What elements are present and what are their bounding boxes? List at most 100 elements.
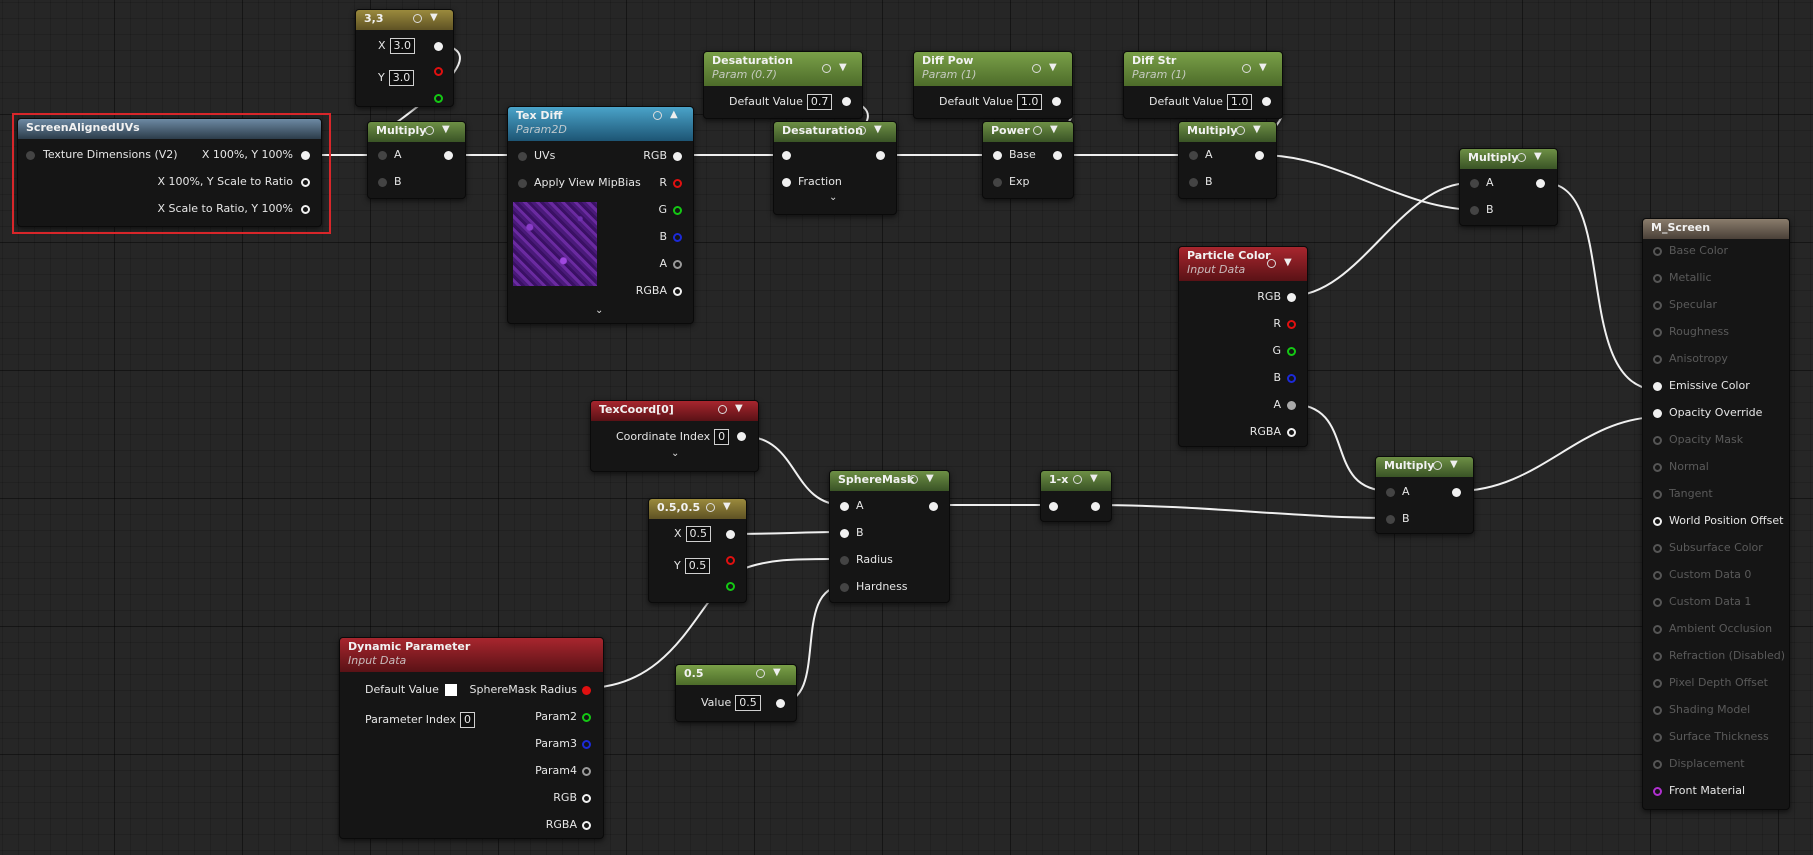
preview-toggle-icon[interactable] xyxy=(822,64,831,73)
a-pin[interactable] xyxy=(840,502,849,511)
chevron-down-icon[interactable]: ▼ xyxy=(723,501,731,512)
rgba-pin[interactable] xyxy=(1287,428,1296,437)
chevron-down-icon[interactable]: ▼ xyxy=(1049,62,1057,73)
chevron-down-icon[interactable]: ▼ xyxy=(430,12,438,23)
x-value-field[interactable]: 0.5 xyxy=(685,526,712,542)
rgb-pin[interactable] xyxy=(1287,293,1296,302)
default-value-field[interactable]: 0.7 xyxy=(806,94,833,110)
particle-color-node[interactable]: Particle Color Input Data ▼ RGB R G B A R… xyxy=(1178,246,1308,447)
base-pin[interactable] xyxy=(993,151,1002,160)
output-pin[interactable] xyxy=(444,151,453,160)
base-color-pin[interactable] xyxy=(1653,247,1662,256)
param3-pin[interactable] xyxy=(582,740,591,749)
preview-toggle-icon[interactable] xyxy=(1073,475,1082,484)
coordinate-index-field[interactable]: 0 xyxy=(714,429,730,445)
r-pin[interactable] xyxy=(1287,320,1296,329)
chevron-down-icon[interactable]: ▼ xyxy=(1259,62,1267,73)
metallic-pin[interactable] xyxy=(1653,274,1662,283)
chevron-down-icon[interactable]: ▼ xyxy=(1534,151,1542,162)
chevron-down-icon[interactable]: ▼ xyxy=(1050,124,1058,135)
multiply-node[interactable]: Multiply ▼ A B xyxy=(1375,456,1474,534)
constant-3-3-node[interactable]: 3,3 ▼ X 3.0 Y 3.0 xyxy=(355,9,454,107)
tangent-pin[interactable] xyxy=(1653,490,1662,499)
subsurface-color-pin[interactable] xyxy=(1653,544,1662,553)
preview-toggle-icon[interactable] xyxy=(1032,64,1041,73)
opacity-override-pin[interactable] xyxy=(1653,409,1662,418)
a-pin[interactable] xyxy=(378,151,387,160)
desaturation-param-node[interactable]: Desaturation Param (0.7) ▼ Default Value 0… xyxy=(703,51,863,119)
one-minus-node[interactable]: 1-x ▼ xyxy=(1040,470,1112,522)
material-graph-canvas[interactable]: 3,3 ▼ X 3.0 Y 3.0 ScreenAlignedUVs Texture… xyxy=(0,0,1813,855)
preview-toggle-icon[interactable] xyxy=(756,669,765,678)
refraction-disabled-pin[interactable] xyxy=(1653,652,1662,661)
g-pin[interactable] xyxy=(673,206,682,215)
output-pin[interactable] xyxy=(434,42,443,51)
multiply-node[interactable]: Multiply ▼ A B xyxy=(1178,121,1277,199)
preview-toggle-icon[interactable] xyxy=(413,14,422,23)
preview-toggle-icon[interactable] xyxy=(1433,461,1442,470)
exp-pin[interactable] xyxy=(993,178,1002,187)
custom-data-0-pin[interactable] xyxy=(1653,571,1662,580)
opacity-mask-pin[interactable] xyxy=(1653,436,1662,445)
r-pin[interactable] xyxy=(434,67,443,76)
scalar-0-5-node[interactable]: 0.5 ▼ Value 0.5 xyxy=(675,664,797,722)
chevron-down-icon[interactable]: ⌄ xyxy=(671,448,679,459)
value-field[interactable]: 0.5 xyxy=(735,695,761,711)
shading-model-pin[interactable] xyxy=(1653,706,1662,715)
b-pin[interactable] xyxy=(378,178,387,187)
diff-pow-param-node[interactable]: Diff Pow Param (1) ▼ Default Value 1.0 xyxy=(913,51,1073,119)
radius-pin[interactable] xyxy=(840,556,849,565)
b-pin[interactable] xyxy=(1470,206,1479,215)
output-pin[interactable] xyxy=(1536,179,1545,188)
b-pin[interactable] xyxy=(1287,374,1296,383)
dynamic-parameter-node[interactable]: Dynamic Parameter Input Data Default Valu… xyxy=(339,637,604,839)
chevron-down-icon[interactable]: ▼ xyxy=(1284,257,1292,268)
tex-diff-node[interactable]: Tex Diff Param2D ▲ UVs RGB Apply View Mip… xyxy=(507,106,694,324)
chevron-down-icon[interactable]: ⌄ xyxy=(829,192,837,203)
output-pin[interactable] xyxy=(929,502,938,511)
custom-data-1-pin[interactable] xyxy=(1653,598,1662,607)
power-node[interactable]: Power ▼ Base Exp xyxy=(982,121,1074,199)
a-pin[interactable] xyxy=(1189,151,1198,160)
y-value-field[interactable]: 3.0 xyxy=(388,70,415,86)
r-pin[interactable] xyxy=(726,556,735,565)
output-pin[interactable] xyxy=(1255,151,1264,160)
a-pin[interactable] xyxy=(1470,179,1479,188)
chevron-down-icon[interactable]: ▼ xyxy=(773,667,781,678)
rgba-pin[interactable] xyxy=(582,821,591,830)
preview-toggle-icon[interactable] xyxy=(718,405,727,414)
world-position-offset-pin[interactable] xyxy=(1653,517,1662,526)
spheremask-radius-pin[interactable] xyxy=(582,686,591,695)
g-pin[interactable] xyxy=(434,94,443,103)
preview-toggle-icon[interactable] xyxy=(909,475,918,484)
chevron-down-icon[interactable]: ▼ xyxy=(735,403,743,414)
preview-toggle-icon[interactable] xyxy=(425,126,434,135)
ambient-occlusion-pin[interactable] xyxy=(1653,625,1662,634)
anisotropy-pin[interactable] xyxy=(1653,355,1662,364)
preview-toggle-icon[interactable] xyxy=(1267,259,1276,268)
b-pin[interactable] xyxy=(1386,515,1395,524)
material-output-node[interactable]: M_Screen Base Color Metallic Specular Rough… xyxy=(1642,218,1790,810)
fraction-pin[interactable] xyxy=(782,178,791,187)
preview-toggle-icon[interactable] xyxy=(1236,126,1245,135)
output-pin[interactable] xyxy=(1053,151,1062,160)
a-pin[interactable] xyxy=(673,260,682,269)
spheremask-node[interactable]: SphereMask ▼ A B Radius Hardness xyxy=(829,470,950,603)
front-material-pin[interactable] xyxy=(1653,787,1662,796)
b-pin[interactable] xyxy=(840,529,849,538)
texcoord-node[interactable]: TexCoord[0] ▼ Coordinate Index 0 ⌄ xyxy=(590,400,759,472)
a-pin[interactable] xyxy=(1386,488,1395,497)
output-pin[interactable] xyxy=(1091,502,1100,511)
g-pin[interactable] xyxy=(726,582,735,591)
default-value-field[interactable]: 1.0 xyxy=(1016,94,1043,110)
pixel-depth-offset-pin[interactable] xyxy=(1653,679,1662,688)
chevron-down-icon[interactable]: ▼ xyxy=(1450,459,1458,470)
multiply-node[interactable]: Multiply ▼ A B xyxy=(367,121,466,199)
constant-0-5-node[interactable]: 0.5,0.5 ▼ X 0.5 Y 0.5 xyxy=(648,498,747,603)
chevron-down-icon[interactable]: ▼ xyxy=(1090,473,1098,484)
r-pin[interactable] xyxy=(673,179,682,188)
output-pin[interactable] xyxy=(1052,97,1061,106)
chevron-down-icon[interactable]: ▼ xyxy=(839,62,847,73)
output-pin[interactable] xyxy=(1452,488,1461,497)
chevron-down-icon[interactable]: ▼ xyxy=(1253,124,1261,135)
